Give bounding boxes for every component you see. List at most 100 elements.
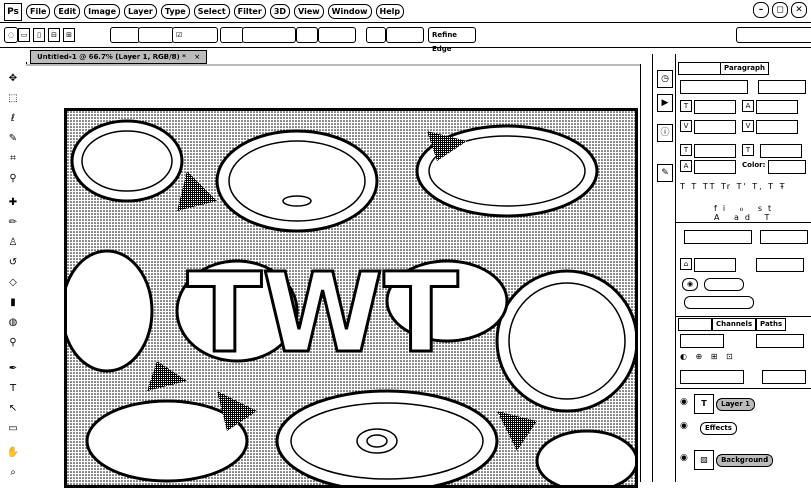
feather-field[interactable] bbox=[138, 27, 174, 43]
lasso-tool-icon[interactable]: ℓ bbox=[6, 112, 20, 126]
style-option-1[interactable]: ◉ bbox=[682, 278, 699, 291]
options-bar: ◌ ▭ ▯ ⊟ ⊞ ☑ Refine Edge Essentials bbox=[0, 23, 811, 53]
style-option-3[interactable] bbox=[684, 296, 754, 309]
dodge-tool-icon[interactable]: ⚲ bbox=[6, 336, 20, 350]
style-option-2[interactable] bbox=[704, 278, 744, 291]
crop-tool-icon[interactable]: ⌗ bbox=[6, 152, 20, 166]
type-feature-buttons[interactable]: fi ℴ st A ad T bbox=[714, 204, 794, 222]
baseline-shift-field[interactable] bbox=[694, 160, 736, 174]
layer-name[interactable]: Background bbox=[716, 454, 774, 467]
visibility-eye-icon[interactable]: ◉ bbox=[680, 397, 690, 407]
tool-preset-picker[interactable]: ◌ bbox=[4, 27, 19, 43]
tab-paths[interactable]: Paths bbox=[756, 318, 787, 331]
layer-row-effects[interactable]: ◉ Effects bbox=[680, 418, 808, 438]
blur-tool-icon[interactable]: ◍ bbox=[6, 316, 20, 330]
close-button[interactable]: ✕ bbox=[791, 2, 807, 18]
brush-tool-icon[interactable]: ✏ bbox=[6, 216, 20, 230]
visibility-eye-icon[interactable]: ◉ bbox=[680, 453, 690, 463]
menu-file[interactable]: File bbox=[26, 4, 51, 19]
fill-field[interactable] bbox=[694, 258, 736, 272]
height-field[interactable] bbox=[386, 27, 424, 43]
blend-mode-select[interactable] bbox=[680, 334, 724, 348]
menu-3d[interactable]: 3D bbox=[269, 4, 291, 19]
history-brush-tool-icon[interactable]: ↺ bbox=[6, 256, 20, 270]
menu-filter[interactable]: Filter bbox=[233, 4, 266, 19]
feather-label bbox=[110, 27, 140, 43]
fill-percent-field[interactable] bbox=[762, 370, 806, 384]
language-select[interactable] bbox=[684, 230, 752, 244]
vertical-scrollbar[interactable] bbox=[640, 64, 651, 482]
text-art: TWT bbox=[186, 248, 460, 379]
subtract-selection-icon[interactable]: ⊟ bbox=[48, 28, 60, 42]
font-family-select[interactable] bbox=[680, 80, 748, 94]
stroke-field[interactable] bbox=[756, 258, 804, 272]
canvas[interactable]: TWT bbox=[64, 108, 638, 488]
toolbox: ✥ ⬚ ℓ ✎ ⌗ ⚲ ✚ ✏ ♙ ↺ ◇ ▮ ◍ ⚲ ✒ T ↖ ▭ ✋ ⌕ bbox=[0, 62, 27, 482]
refine-edge-button[interactable]: Refine Edge bbox=[428, 27, 476, 53]
menu-type[interactable]: Type bbox=[160, 4, 190, 19]
minimize-button[interactable]: – bbox=[753, 2, 769, 18]
style-label bbox=[220, 27, 244, 43]
new-selection-icon[interactable]: ▭ bbox=[18, 28, 30, 42]
menu-edit[interactable]: Edit bbox=[54, 4, 81, 19]
lock-buttons[interactable]: ◐ ⊕ ⊞ ⊡ bbox=[680, 352, 808, 361]
app-icon[interactable]: Ps bbox=[4, 3, 22, 21]
pen-tool-icon[interactable]: ✒ bbox=[6, 362, 20, 376]
maximize-button[interactable]: ◻ bbox=[772, 2, 788, 18]
fill-select[interactable] bbox=[680, 370, 744, 384]
menu-layer[interactable]: Layer bbox=[124, 4, 157, 19]
horizontal-scale-field[interactable] bbox=[760, 144, 802, 158]
brushes-panel-icon[interactable]: ✎ bbox=[657, 164, 673, 182]
tab-layers[interactable]: Layers bbox=[678, 318, 712, 331]
menu-window[interactable]: Window bbox=[327, 4, 372, 19]
font-style-select[interactable] bbox=[758, 80, 806, 94]
workspace-switcher[interactable]: Essentials bbox=[736, 27, 811, 43]
anti-alias-checkbox[interactable]: ☑ bbox=[172, 27, 218, 43]
canvas-artwork: TWT bbox=[67, 111, 635, 485]
document-tab[interactable]: Untitled-1 @ 66.7% (Layer 1, RGB/8) * × bbox=[30, 50, 208, 64]
type-tool-icon[interactable]: T bbox=[6, 382, 20, 396]
opacity-field[interactable] bbox=[756, 334, 804, 348]
hand-tool-icon[interactable]: ✋ bbox=[6, 446, 20, 460]
vertical-scale-field[interactable] bbox=[694, 144, 736, 158]
marquee-tool-icon[interactable]: ⬚ bbox=[6, 92, 20, 106]
clone-stamp-tool-icon[interactable]: ♙ bbox=[6, 236, 20, 250]
ruler-top bbox=[26, 64, 640, 66]
tab-channels[interactable]: Channels bbox=[712, 318, 757, 331]
tab-paragraph[interactable]: Paragraph bbox=[720, 62, 770, 75]
type-style-buttons[interactable]: T T TT Tr T' T, T Ŧ bbox=[680, 182, 808, 194]
move-tool-icon[interactable]: ✥ bbox=[6, 72, 20, 86]
layer-name[interactable]: Layer 1 bbox=[716, 398, 756, 411]
menu-help[interactable]: Help bbox=[375, 4, 405, 19]
actions-panel-icon[interactable]: ▶ bbox=[657, 94, 673, 112]
layer-row-text[interactable]: ◉ T Layer 1 bbox=[680, 394, 808, 414]
leading-field[interactable] bbox=[756, 100, 798, 114]
intersect-selection-icon[interactable]: ⊞ bbox=[63, 28, 75, 42]
gradient-tool-icon[interactable]: ▮ bbox=[6, 296, 20, 310]
close-tab-icon[interactable]: × bbox=[194, 53, 200, 61]
zoom-tool-icon[interactable]: ⌕ bbox=[6, 466, 20, 480]
visibility-eye-icon[interactable]: ◉ bbox=[680, 421, 690, 431]
healing-brush-tool-icon[interactable]: ✚ bbox=[6, 196, 20, 210]
path-selection-tool-icon[interactable]: ↖ bbox=[6, 402, 20, 416]
eyedropper-tool-icon[interactable]: ⚲ bbox=[6, 172, 20, 186]
menu-view[interactable]: View bbox=[294, 4, 324, 19]
tracking-field[interactable] bbox=[756, 120, 798, 134]
horizontal-scale-icon: T bbox=[742, 144, 754, 156]
add-selection-icon[interactable]: ▯ bbox=[33, 28, 45, 42]
quick-selection-tool-icon[interactable]: ✎ bbox=[6, 132, 20, 146]
menu-select[interactable]: Select bbox=[193, 4, 230, 19]
tab-character[interactable]: Character bbox=[678, 62, 725, 75]
info-panel-icon[interactable]: ⓘ bbox=[657, 124, 673, 142]
text-color-swatch[interactable] bbox=[768, 160, 806, 174]
eraser-tool-icon[interactable]: ◇ bbox=[6, 276, 20, 290]
antialias-select[interactable] bbox=[760, 230, 808, 244]
kerning-field[interactable] bbox=[694, 120, 736, 134]
font-size-field[interactable] bbox=[694, 100, 736, 114]
layer-row-background[interactable]: ◉ ▨ Background bbox=[680, 450, 808, 470]
width-field[interactable] bbox=[318, 27, 356, 43]
shape-tool-icon[interactable]: ▭ bbox=[6, 422, 20, 436]
menu-image[interactable]: Image bbox=[84, 4, 121, 19]
style-select[interactable] bbox=[242, 27, 296, 43]
history-panel-icon[interactable]: ◷ bbox=[657, 70, 673, 88]
